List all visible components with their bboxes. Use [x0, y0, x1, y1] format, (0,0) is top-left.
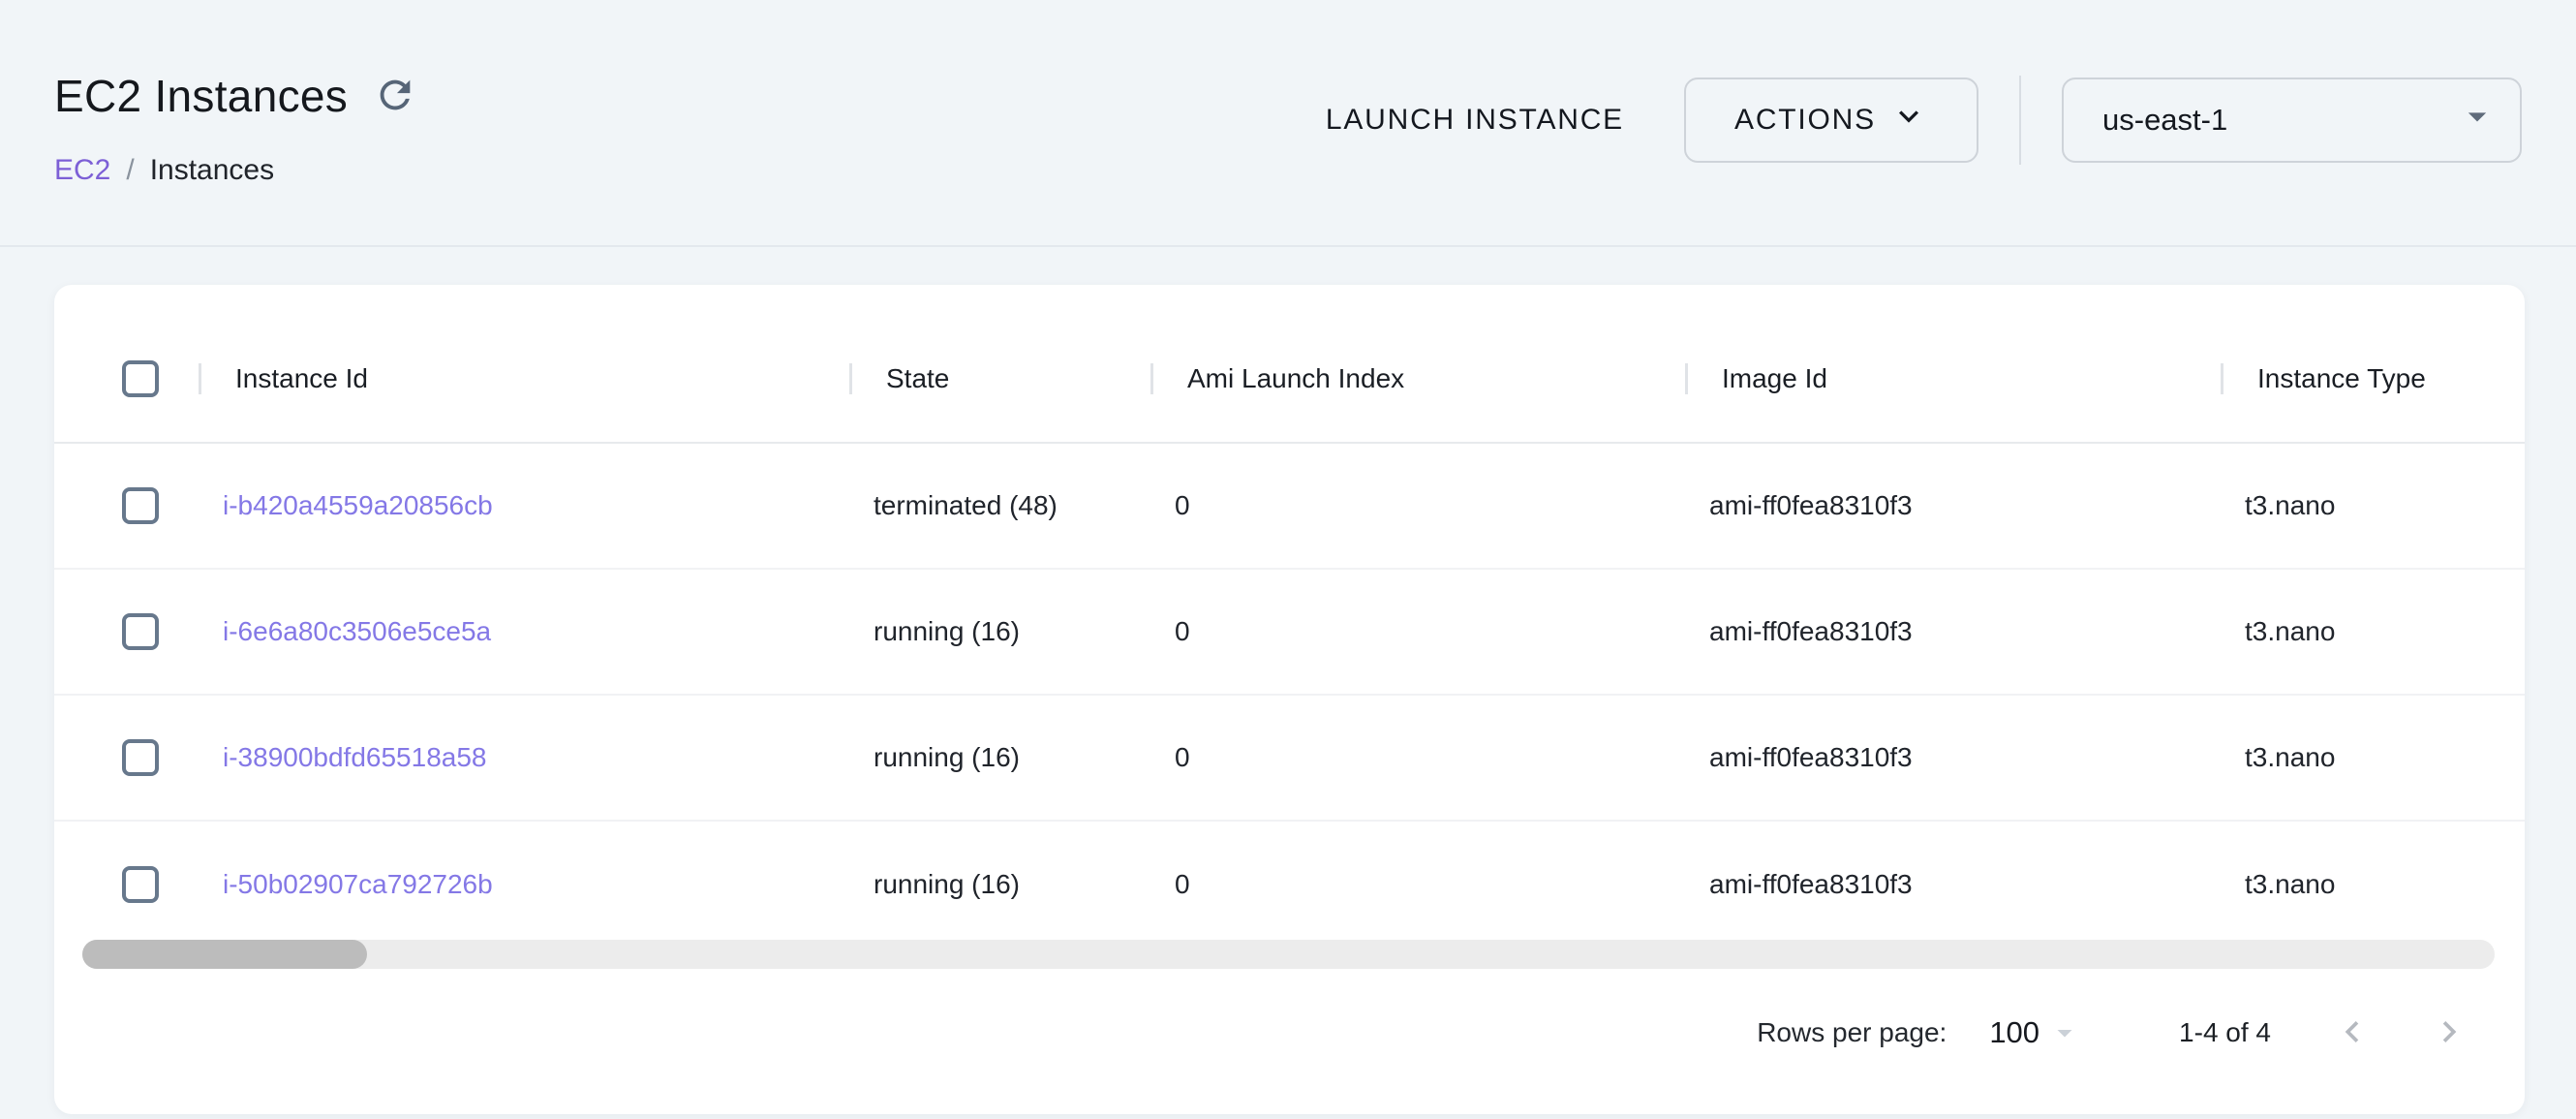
row-checkbox-cell — [54, 487, 199, 524]
ami-launch-index-cell: 0 — [1150, 742, 1685, 773]
image-id-cell: ami-ff0fea8310f3 — [1685, 742, 2221, 773]
column-header-ami-launch-index[interactable]: Ami Launch Index — [1150, 363, 1685, 394]
actions-button-label: ACTIONS — [1734, 104, 1876, 137]
instance-id-link[interactable]: i-b420a4559a20856cb — [199, 490, 849, 521]
toolbar-divider — [2019, 76, 2021, 165]
select-all-checkbox[interactable] — [122, 360, 159, 397]
triangle-down-icon — [2456, 95, 2499, 145]
chevron-right-icon — [2428, 1010, 2470, 1056]
breadcrumb-current: Instances — [150, 153, 274, 188]
ami-launch-index-cell: 0 — [1150, 490, 1685, 521]
top-bar: EC2 Instances EC2 / Instances LAUNCH INS… — [0, 0, 2576, 247]
table-row: i-38900bdfd65518a58 running (16) 0 ami-f… — [54, 696, 2525, 822]
toolbar: LAUNCH INSTANCE ACTIONS us-east-1 — [1326, 78, 2522, 163]
state-cell: running (16) — [849, 742, 1150, 773]
breadcrumb-ec2-link[interactable]: EC2 — [54, 153, 110, 188]
horizontal-scrollbar-track[interactable] — [82, 940, 2495, 969]
region-select-value: us-east-1 — [2102, 103, 2227, 138]
horizontal-scrollbar-thumb[interactable] — [82, 940, 367, 969]
refresh-icon — [373, 73, 417, 120]
chevron-left-icon — [2331, 1010, 2374, 1056]
state-cell: terminated (48) — [849, 490, 1150, 521]
instance-id-link[interactable]: i-6e6a80c3506e5ce5a — [199, 616, 849, 647]
image-id-cell: ami-ff0fea8310f3 — [1685, 869, 2221, 900]
ami-launch-index-cell: 0 — [1150, 869, 1685, 900]
table-row: i-b420a4559a20856cb terminated (48) 0 am… — [54, 444, 2525, 570]
previous-page-button[interactable] — [2331, 1010, 2374, 1056]
column-header-instance-type[interactable]: Instance Type — [2221, 363, 2525, 394]
pagination-range-label: 1-4 of 4 — [2179, 1017, 2271, 1048]
instance-type-cell: t3.nano — [2221, 490, 2525, 521]
image-id-cell: ami-ff0fea8310f3 — [1685, 490, 2221, 521]
pagination: Rows per page: 100 1-4 of 4 — [1757, 998, 2470, 1068]
image-id-cell: ami-ff0fea8310f3 — [1685, 616, 2221, 647]
row-checkbox-cell — [54, 613, 199, 650]
row-checkbox[interactable] — [122, 613, 159, 650]
rows-per-page-select[interactable]: 100 — [1989, 1015, 2082, 1050]
column-header-instance-id[interactable]: Instance Id — [199, 363, 849, 394]
select-all-cell — [54, 360, 199, 397]
instance-type-cell: t3.nano — [2221, 742, 2525, 773]
state-cell: running (16) — [849, 869, 1150, 900]
column-header-image-id[interactable]: Image Id — [1685, 363, 2221, 394]
table-row: i-6e6a80c3506e5ce5a running (16) 0 ami-f… — [54, 570, 2525, 696]
instances-table-card: Instance Id State Ami Launch Index Image… — [54, 285, 2525, 1114]
row-checkbox[interactable] — [122, 866, 159, 903]
chevron-down-icon — [1889, 97, 1928, 143]
triangle-down-icon — [2047, 1015, 2082, 1050]
instance-id-link[interactable]: i-50b02907ca792726b — [199, 869, 849, 900]
actions-button[interactable]: ACTIONS — [1684, 78, 1978, 163]
row-checkbox[interactable] — [122, 739, 159, 776]
row-checkbox[interactable] — [122, 487, 159, 524]
state-cell: running (16) — [849, 616, 1150, 647]
instance-id-link[interactable]: i-38900bdfd65518a58 — [199, 742, 849, 773]
title-row: EC2 Instances — [54, 68, 417, 124]
refresh-button[interactable] — [373, 73, 417, 120]
page-title: EC2 Instances — [54, 68, 348, 124]
row-checkbox-cell — [54, 866, 199, 903]
table-row: i-50b02907ca792726b running (16) 0 ami-f… — [54, 822, 2525, 948]
instance-type-cell: t3.nano — [2221, 616, 2525, 647]
next-page-button[interactable] — [2428, 1010, 2470, 1056]
launch-instance-button[interactable]: LAUNCH INSTANCE — [1326, 104, 1624, 137]
ami-launch-index-cell: 0 — [1150, 616, 1685, 647]
region-select[interactable]: us-east-1 — [2062, 78, 2522, 163]
instance-type-cell: t3.nano — [2221, 869, 2525, 900]
row-checkbox-cell — [54, 739, 199, 776]
column-header-state[interactable]: State — [849, 363, 1150, 394]
rows-per-page-value: 100 — [1989, 1015, 2039, 1050]
breadcrumb-separator: / — [126, 153, 134, 188]
rows-per-page-label: Rows per page: — [1757, 1017, 1947, 1048]
breadcrumb: EC2 / Instances — [54, 153, 274, 188]
table-header-row: Instance Id State Ami Launch Index Image… — [54, 316, 2525, 444]
